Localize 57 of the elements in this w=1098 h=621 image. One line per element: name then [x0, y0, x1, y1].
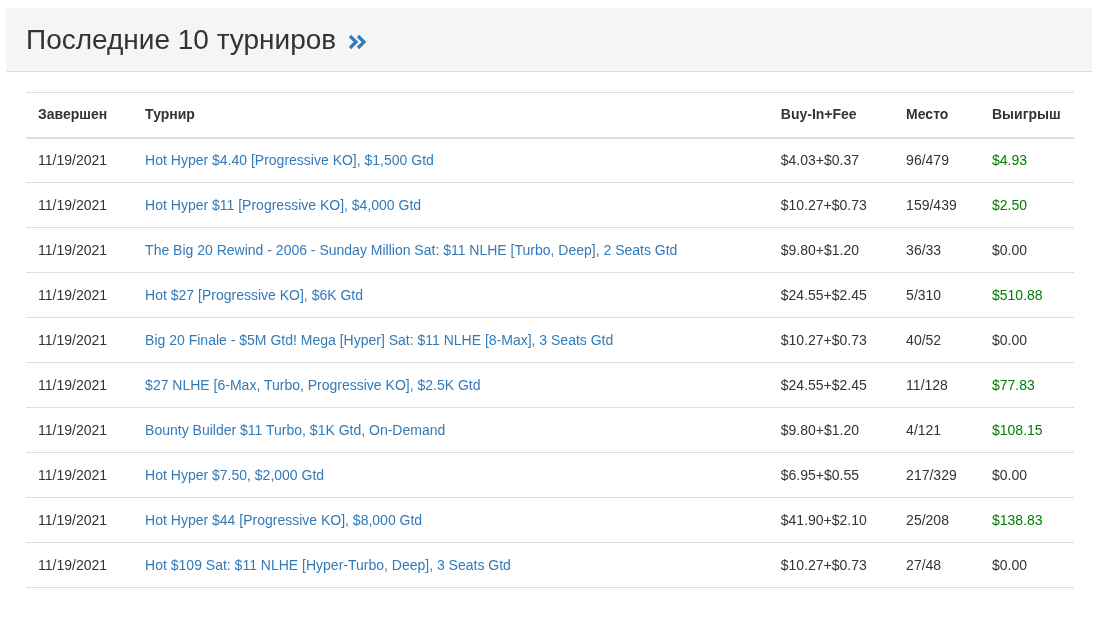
- table-cell: 96/479: [894, 137, 980, 183]
- table-cell: 11/19/2021: [26, 317, 134, 363]
- table-cell: $24.55+$2.45: [768, 272, 895, 318]
- column-header: Турнир: [133, 92, 769, 138]
- table-cell: 11/19/2021: [26, 362, 134, 408]
- table-cell: $9.80+$1.20: [768, 227, 895, 273]
- winnings-cell: $77.83: [980, 362, 1074, 408]
- column-header: Место: [894, 92, 980, 138]
- table-cell: $10.27+$0.73: [768, 182, 895, 228]
- table-cell: $4.03+$0.37: [768, 137, 895, 183]
- table-cell: 5/310: [894, 272, 980, 318]
- column-header: Выигрыш: [980, 92, 1074, 138]
- table-cell: 11/19/2021: [26, 407, 134, 453]
- double-chevron-icon[interactable]: [348, 33, 369, 50]
- table-cell: 11/128: [894, 362, 980, 408]
- tournament-link[interactable]: Hot Hyper $4.40 [Progressive KO], $1,500 Gtd: [145, 151, 434, 168]
- column-header: Buy-In+Fee: [768, 92, 895, 138]
- table-cell: 11/19/2021: [26, 452, 134, 498]
- table-cell: 11/19/2021: [26, 137, 134, 183]
- table-cell: $10.27+$0.73: [768, 317, 895, 363]
- tournament-link[interactable]: $27 NLHE [6-Max, Turbo, Progressive KO], $2.5K Gtd: [145, 376, 481, 393]
- tournament-link[interactable]: Hot $109 Sat: $11 NLHE [Hyper-Turbo, Deep], 3 Seats Gtd: [145, 556, 511, 573]
- table-cell: 36/33: [894, 227, 980, 273]
- tournament-link[interactable]: Big 20 Finale - $5M Gtd! Mega [Hyper] Sat: $11 NLHE [8-Max], 3 Seats Gtd: [145, 331, 614, 348]
- table-cell: 40/52: [894, 317, 980, 363]
- winnings-cell: $0.00: [980, 227, 1074, 273]
- table-cell: 11/19/2021: [26, 227, 134, 273]
- winnings-cell: $138.83: [980, 497, 1074, 543]
- table-cell: 4/121: [894, 407, 980, 453]
- table-cell: 217/329: [894, 452, 980, 498]
- table-cell: 11/19/2021: [26, 497, 134, 543]
- tournament-link[interactable]: Hot Hyper $11 [Progressive KO], $4,000 Gtd: [145, 196, 422, 213]
- tournament-link[interactable]: Hot Hyper $44 [Progressive KO], $8,000 Gtd: [145, 511, 423, 528]
- column-header: Завершен: [26, 92, 134, 138]
- table-cell: $24.55+$2.45: [768, 362, 895, 408]
- tournament-link[interactable]: The Big 20 Rewind - 2006 - Sunday Million Sat: $11 NLHE [Turbo, Deep], 2 Seats Gtd: [145, 241, 678, 258]
- winnings-cell: $510.88: [980, 272, 1074, 318]
- winnings-cell: $4.93: [980, 137, 1074, 183]
- table-cell: 27/48: [894, 542, 980, 588]
- tournament-link[interactable]: Bounty Builder $11 Turbo, $1K Gtd, On-Demand: [145, 421, 446, 438]
- winnings-cell: $0.00: [980, 452, 1074, 498]
- table-cell: 11/19/2021: [26, 272, 134, 318]
- table-cell: $9.80+$1.20: [768, 407, 895, 453]
- tournament-link[interactable]: Hot Hyper $7.50, $2,000 Gtd: [145, 466, 325, 483]
- winnings-cell: $108.15: [980, 407, 1074, 453]
- table-cell: $10.27+$0.73: [768, 542, 895, 588]
- table-cell: 25/208: [894, 497, 980, 543]
- winnings-cell: $0.00: [980, 542, 1074, 588]
- table-cell: $6.95+$0.55: [768, 452, 895, 498]
- table-cell: 159/439: [894, 182, 980, 228]
- table-cell: 11/19/2021: [26, 182, 134, 228]
- winnings-cell: $2.50: [980, 182, 1074, 228]
- tournament-link[interactable]: Hot $27 [Progressive KO], $6K Gtd: [145, 286, 363, 303]
- table-cell: 11/19/2021: [26, 542, 134, 588]
- winnings-cell: $0.00: [980, 317, 1074, 363]
- table-cell: $41.90+$2.10: [768, 497, 895, 543]
- page-title: Последние 10 турниров: [26, 22, 337, 57]
